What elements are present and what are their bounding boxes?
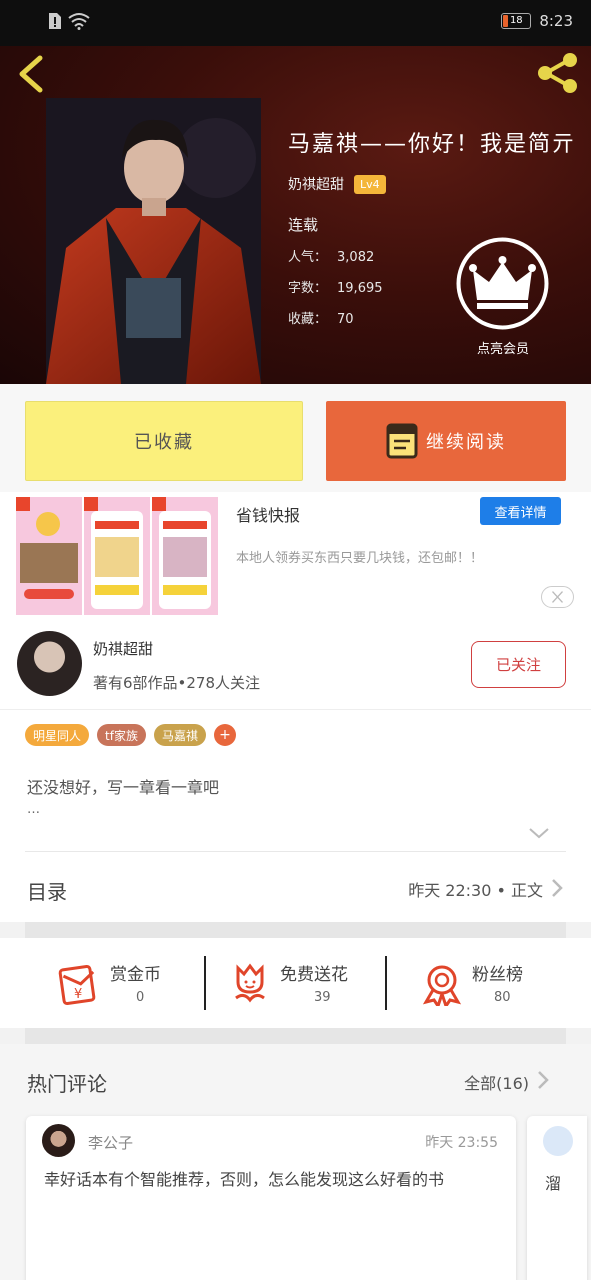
tag-item[interactable]: 明星同人 <box>25 724 90 746</box>
favorites-stat: 收藏： 70 <box>288 312 354 327</box>
author-row: 奶祺超甜 Lv4 <box>288 174 386 194</box>
fan-ranking-label: 粉丝榜 <box>472 965 523 985</box>
reward-coin-count: 0 <box>136 990 145 1005</box>
comment-time: 昨天 23:55 <box>425 1135 498 1151</box>
comment-card[interactable]: 溜 <box>527 1116 587 1280</box>
section-separator <box>25 1028 566 1044</box>
divider <box>385 956 387 1010</box>
catalog-title: 目录 <box>27 880 67 904</box>
author-card: 奶祺超甜 著有6部作品•278人关注 已关注 <box>0 622 591 710</box>
svg-text:¥: ¥ <box>74 987 82 1002</box>
flower-count: 39 <box>314 990 331 1005</box>
collected-button[interactable]: 已收藏 <box>25 401 303 481</box>
ad-panel-3 <box>152 497 218 615</box>
hot-comments: 热门评论 全部(16) 李公子 昨天 23:55 幸好话本有个智能推荐，否则，怎… <box>0 1044 591 1280</box>
comment-text: 幸好话本有个智能推荐，否则，怎么能发现这么好看的书 <box>44 1170 445 1189</box>
collected-button-label: 已收藏 <box>134 432 194 453</box>
continue-reading-label: 继续阅读 <box>426 432 506 453</box>
ad-description: 本地人领券买东西只要几块钱，还包邮！！ <box>236 551 484 566</box>
tag-list: 明星同人 tf家族 马嘉祺 + <box>25 724 236 746</box>
back-arrow-icon[interactable] <box>14 54 50 94</box>
close-icon[interactable] <box>541 586 574 608</box>
book-intro: 还没想好，写一章看一章吧 <box>27 778 220 797</box>
avatar <box>543 1126 573 1156</box>
red-envelope-icon: ¥ <box>58 964 96 1006</box>
send-flower-button[interactable]: 免费送花 39 <box>228 956 368 1014</box>
follow-button[interactable]: 已关注 <box>471 641 566 688</box>
medal-icon <box>422 965 462 1006</box>
author-card-meta: 著有6部作品•278人关注 <box>93 674 261 692</box>
ad-details-button[interactable]: 查看详情 <box>480 497 561 525</box>
status-bar: 18 8:23 <box>0 0 591 46</box>
chevron-right-icon <box>552 879 563 897</box>
share-icon[interactable] <box>535 50 581 96</box>
continue-reading-button[interactable]: 继续阅读 <box>326 401 566 481</box>
book-icon <box>386 423 418 459</box>
avatar[interactable] <box>42 1124 75 1157</box>
support-row: ¥ 赏金币 0 免费送花 39 粉丝榜 80 <box>0 938 591 1028</box>
battery-icon: 18 <box>501 13 532 29</box>
reward-coin-button[interactable]: ¥ 赏金币 0 <box>58 956 178 1014</box>
catalog-latest: 昨天 22:30 • 正文 <box>408 881 543 900</box>
intro-ellipsis: … <box>27 802 40 817</box>
ad-panel-2 <box>84 497 150 615</box>
add-tag-button[interactable]: + <box>213 724 236 746</box>
author-card-name[interactable]: 奶祺超甜 <box>93 638 153 659</box>
wifi-icon <box>68 13 90 30</box>
crown-icon[interactable] <box>455 236 550 331</box>
reward-coin-label: 赏金币 <box>110 965 161 985</box>
ad-banner: 省钱快报 查看详情 本地人领券买东西只要几块钱，还包邮！！ <box>0 492 591 622</box>
flower-icon <box>235 963 265 1003</box>
vip-label[interactable]: 点亮会员 <box>448 338 558 357</box>
chevron-right-icon[interactable] <box>537 1070 549 1090</box>
clock: 8:23 <box>539 12 573 30</box>
comment-text: 溜 <box>545 1174 562 1193</box>
author-name[interactable]: 奶祺超甜 <box>288 174 344 194</box>
book-cover[interactable] <box>46 98 261 384</box>
book-header: 马嘉祺——你好！我是简亓 奶祺超甜 Lv4 连载 人气： 3,082 字数： 19,… <box>0 46 591 384</box>
word-count-stat: 字数： 19,695 <box>288 281 383 296</box>
serial-status: 连载 <box>288 216 319 234</box>
send-flower-label: 免费送花 <box>280 965 348 985</box>
fan-count: 80 <box>494 990 511 1005</box>
section-separator <box>25 922 566 938</box>
fan-ranking-button[interactable]: 粉丝榜 80 <box>420 956 540 1014</box>
cover-image <box>46 98 261 384</box>
all-comments-link[interactable]: 全部(16) <box>464 1070 529 1094</box>
ad-image[interactable] <box>16 497 218 615</box>
ad-title: 省钱快报 <box>236 506 301 525</box>
battery-level: 18 <box>509 15 523 26</box>
popularity-stat: 人气： 3,082 <box>288 250 375 265</box>
comments-title: 热门评论 <box>27 1072 107 1096</box>
tag-item[interactable]: 马嘉祺 <box>153 724 206 746</box>
tag-item[interactable]: tf家族 <box>97 724 146 746</box>
chevron-down-icon[interactable] <box>528 826 550 840</box>
book-title: 马嘉祺——你好！我是简亓 <box>288 132 577 157</box>
catalog-row[interactable]: 目录 昨天 22:30 • 正文 <box>0 852 591 922</box>
ad-panel-1 <box>16 497 82 615</box>
intro-section: 明星同人 tf家族 马嘉祺 + 还没想好，写一章看一章吧 … <box>0 710 591 852</box>
avatar[interactable] <box>17 631 82 696</box>
sim-alert-icon <box>49 13 61 29</box>
divider <box>204 956 206 1010</box>
action-bar: 已收藏 继续阅读 <box>0 384 591 492</box>
level-badge: Lv4 <box>354 174 386 194</box>
comment-card[interactable]: 李公子 昨天 23:55 幸好话本有个智能推荐，否则，怎么能发现这么好看的书 <box>26 1116 516 1280</box>
comment-user: 李公子 <box>88 1134 134 1152</box>
